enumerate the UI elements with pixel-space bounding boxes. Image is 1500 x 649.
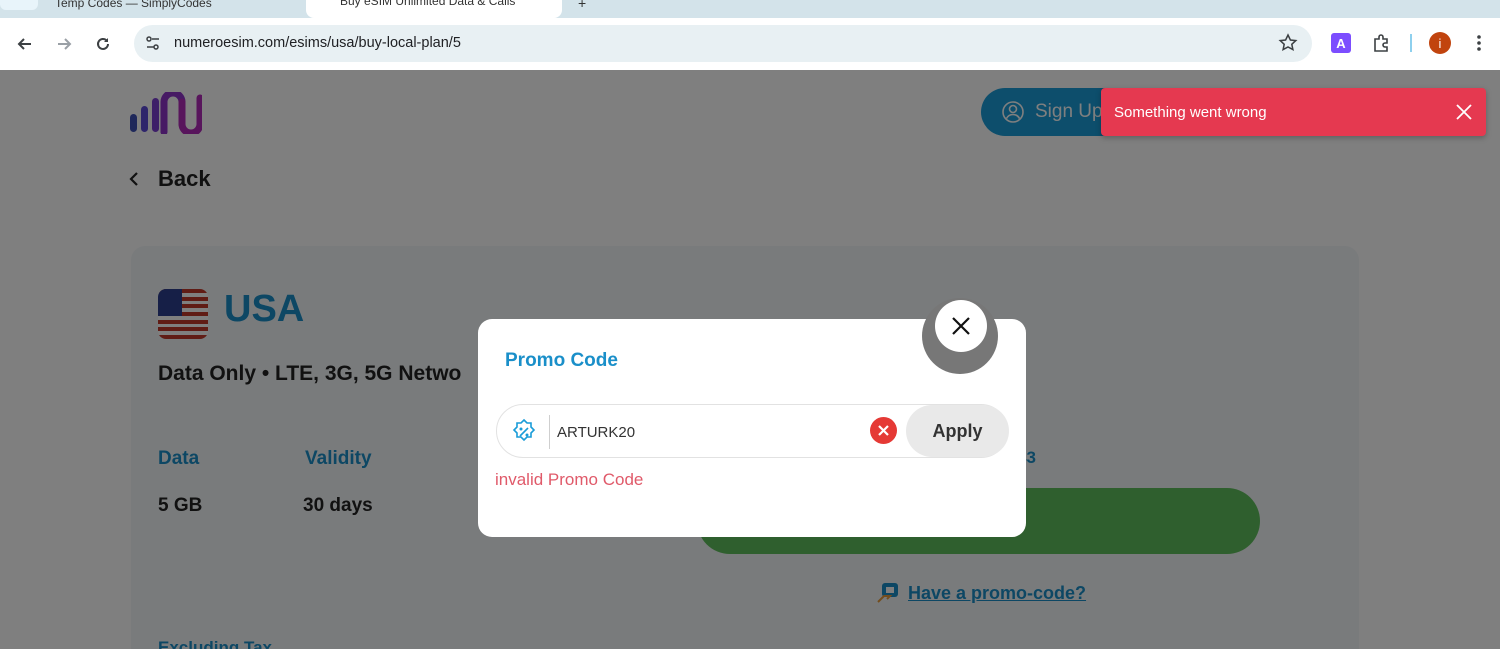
error-toast: Something went wrong (1101, 88, 1486, 136)
toast-message: Something went wrong (1114, 103, 1267, 121)
promo-divider (549, 415, 550, 449)
tab-simplycodes[interactable]: Temp Codes — SimplyCodes (55, 0, 295, 18)
kebab-menu-icon[interactable] (1467, 31, 1491, 55)
new-tab-icon[interactable]: + (578, 0, 592, 18)
page-content: Sign Up Back USA Data Only • LTE, 3G, 5G… (0, 70, 1500, 649)
tab-strip: Temp Codes — SimplyCodes Buy eSIM Unlimi… (0, 0, 1500, 18)
toast-close-icon[interactable] (1454, 102, 1474, 122)
apply-button[interactable]: Apply (906, 405, 1009, 457)
address-bar[interactable]: numeroesim.com/esims/usa/buy-local-plan/… (134, 25, 1312, 62)
promo-code-field: Apply (496, 404, 1009, 458)
discount-badge-icon (512, 418, 536, 442)
close-icon (878, 425, 889, 436)
close-icon (952, 317, 970, 335)
tab-title: Temp Codes — SimplyCodes (55, 0, 212, 10)
reload-icon[interactable] (87, 28, 119, 60)
modal-title: Promo Code (505, 350, 618, 371)
extensions-puzzle-icon[interactable] (1369, 31, 1393, 55)
tab-title: Buy eSIM Unlimited Data & Calls (340, 0, 516, 8)
clear-promo-button[interactable] (870, 417, 897, 444)
tab-search-button[interactable] (0, 0, 38, 10)
url-text[interactable]: numeroesim.com/esims/usa/buy-local-plan/… (174, 25, 461, 62)
modal-close-button[interactable] (935, 300, 987, 352)
bookmark-star-icon[interactable] (1278, 33, 1298, 53)
site-settings-icon[interactable] (144, 34, 162, 52)
toolbar-divider (1410, 34, 1412, 52)
forward-arrow-icon[interactable] (48, 28, 80, 60)
promo-error-message: invalid Promo Code (495, 470, 644, 489)
promo-code-input[interactable] (557, 417, 857, 447)
profile-avatar[interactable]: i (1428, 31, 1452, 55)
extension-a-icon[interactable]: A (1329, 31, 1353, 55)
tab-numeroesim[interactable]: Buy eSIM Unlimited Data & Calls (306, 0, 562, 18)
back-arrow-icon[interactable] (9, 28, 41, 60)
